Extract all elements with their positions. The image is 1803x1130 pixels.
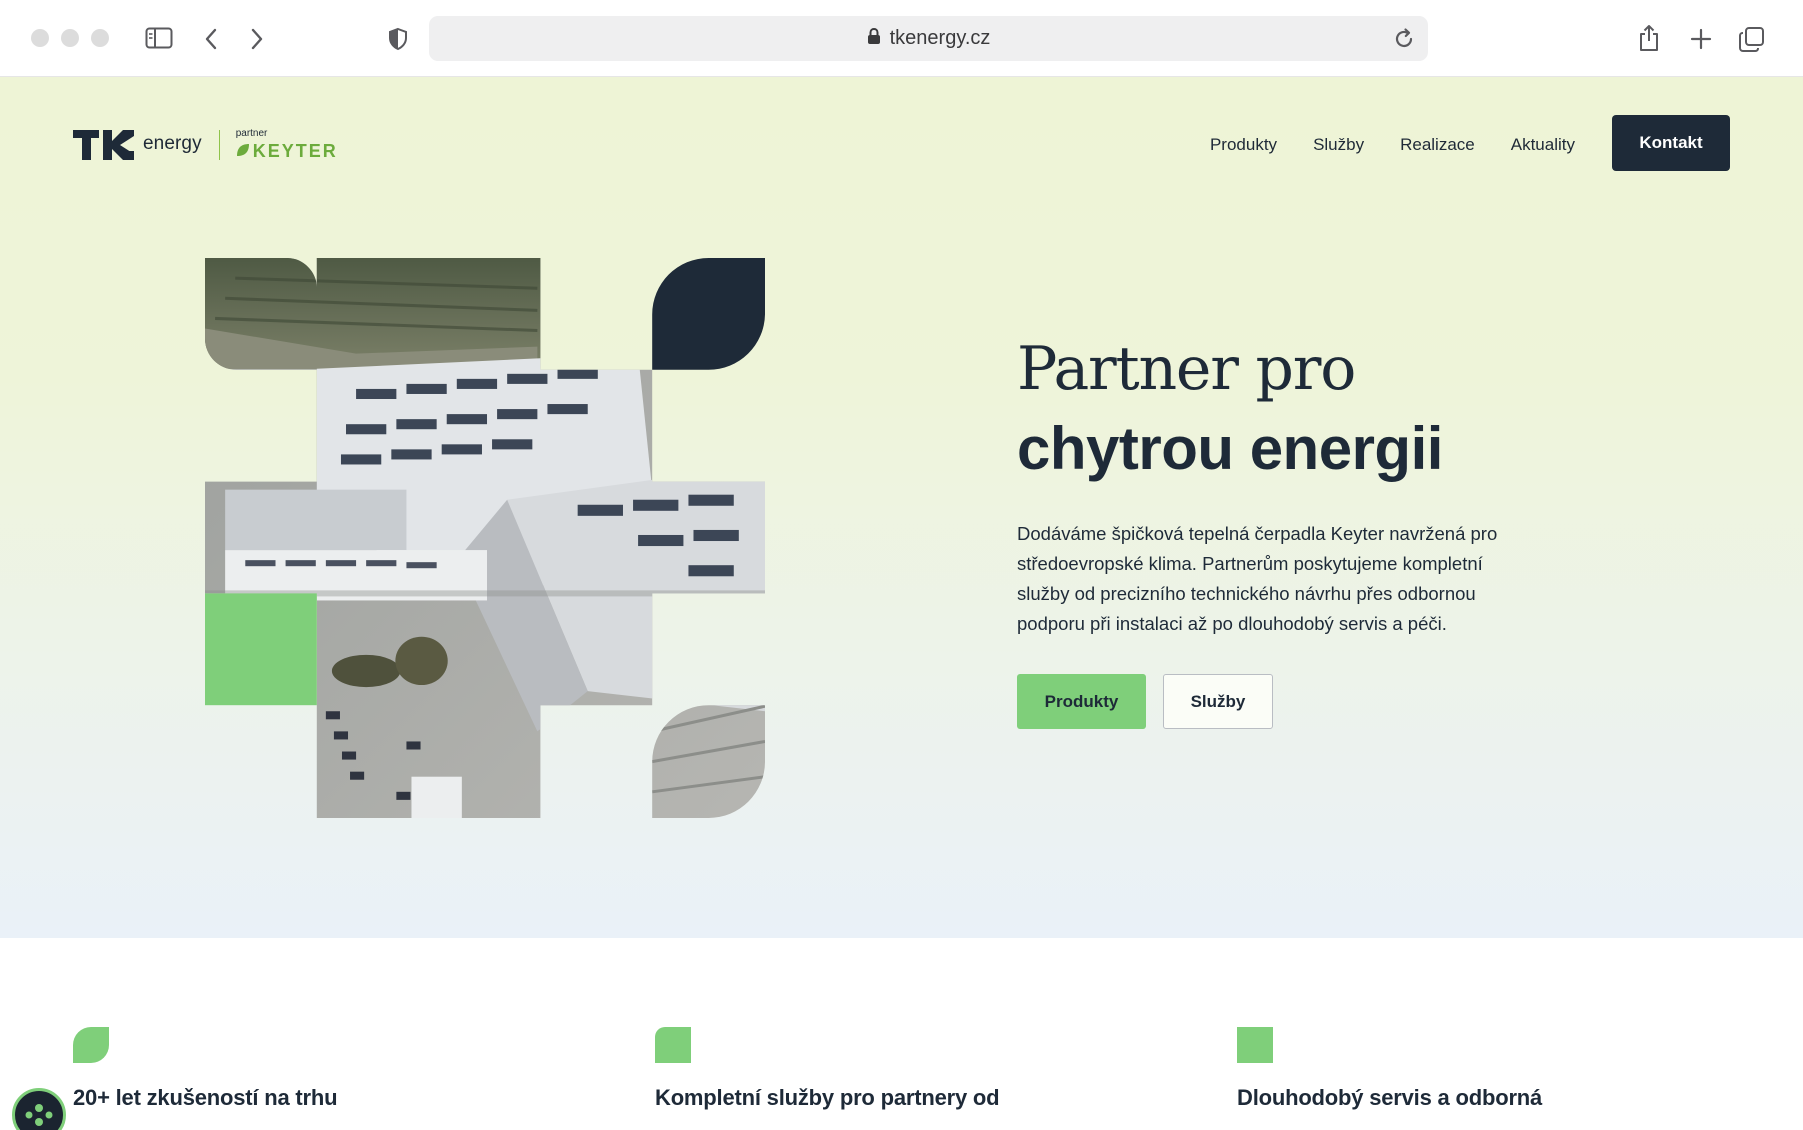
feature-experience: 20+ let zkušeností na trhu	[73, 1027, 338, 1110]
partner-label: partner	[235, 128, 268, 139]
main-nav: Produkty Služby Realizace Aktuality	[1210, 135, 1575, 155]
feature-long-term-service: Dlouhodobý servis a odborná	[1237, 1027, 1542, 1110]
zoom-window-button[interactable]	[91, 29, 109, 47]
hero-headline-line1: Partner pro	[1017, 334, 1356, 404]
tabs-overview-icon[interactable]	[1738, 25, 1766, 53]
share-icon[interactable]	[1637, 23, 1661, 53]
accessibility-widget-icon[interactable]	[12, 1088, 66, 1130]
feature-title: 20+ let zkušeností na trhu	[73, 1085, 338, 1110]
forward-icon[interactable]	[249, 27, 265, 51]
leaf-icon	[236, 142, 250, 160]
hero-section: energy partner KEYTER Produkty Služby Re…	[0, 77, 1803, 938]
web-page: energy partner KEYTER Produkty Služby Re…	[0, 77, 1803, 1130]
site-logo[interactable]: energy partner KEYTER	[73, 129, 338, 160]
square-icon	[1237, 1027, 1273, 1063]
feature-complete-services: Kompletní služby pro partnery od	[655, 1027, 1000, 1110]
minimize-window-button[interactable]	[61, 29, 79, 47]
contact-button[interactable]: Kontakt	[1612, 115, 1730, 171]
leaf-icon	[73, 1027, 109, 1068]
nav-item-realizace[interactable]: Realizace	[1400, 135, 1475, 155]
new-tab-icon[interactable]	[1689, 27, 1713, 51]
hero-headline-line2: chytrou energii	[1017, 415, 1443, 482]
partner-logo: partner KEYTER	[235, 128, 338, 161]
reload-icon[interactable]	[1392, 27, 1416, 56]
shield-icon[interactable]	[387, 27, 409, 51]
tk-logo-mark	[73, 129, 135, 160]
close-window-button[interactable]	[31, 29, 49, 47]
services-button[interactable]: Služby	[1163, 674, 1273, 729]
lock-icon	[867, 27, 881, 51]
products-button[interactable]: Produkty	[1017, 674, 1146, 729]
address-bar[interactable]: tkenergy.cz	[429, 16, 1428, 61]
logo-wordmark: energy	[143, 132, 202, 154]
back-icon[interactable]	[203, 27, 219, 51]
nav-item-aktuality[interactable]: Aktuality	[1511, 135, 1575, 155]
feature-title: Kompletní služby pro partnery od	[655, 1085, 1000, 1110]
green-square-shape	[205, 593, 317, 706]
nav-item-sluzby[interactable]: Služby	[1313, 135, 1364, 155]
url-text: tkenergy.cz	[889, 27, 991, 49]
browser-toolbar: tkenergy.cz	[0, 0, 1803, 77]
hero-description: Dodáváme špičková tepelná čerpadla Keyte…	[1017, 523, 1498, 634]
navy-leaf-shape	[652, 258, 765, 370]
logo-divider	[218, 129, 220, 160]
nav-item-produkty[interactable]: Produkty	[1210, 135, 1277, 155]
rounded-square-icon	[655, 1027, 691, 1068]
partner-brand: KEYTER	[252, 141, 338, 161]
sidebar-icon[interactable]	[145, 26, 173, 50]
hero-image-collage	[205, 258, 765, 818]
feature-title: Dlouhodobý servis a odborná	[1237, 1085, 1543, 1110]
